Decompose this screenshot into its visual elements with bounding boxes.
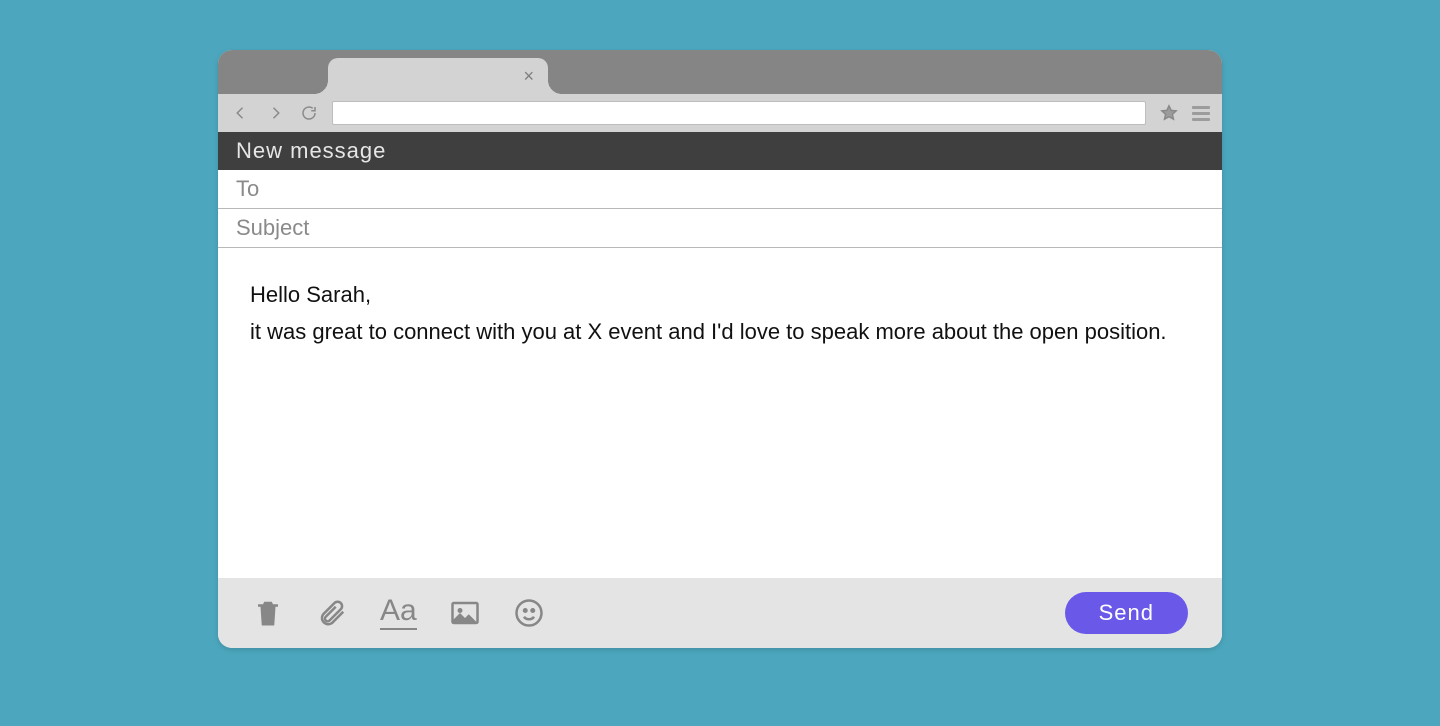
close-tab-icon[interactable]: × — [523, 67, 534, 85]
forward-icon[interactable] — [264, 102, 286, 124]
hamburger-menu-icon[interactable] — [1192, 106, 1210, 121]
emoji-icon[interactable] — [513, 597, 545, 629]
attachment-icon[interactable] — [316, 597, 348, 629]
browser-tab[interactable]: × — [328, 58, 548, 94]
reload-icon[interactable] — [298, 102, 320, 124]
text-format-icon[interactable]: Aa — [380, 596, 417, 630]
browser-tabstrip: × — [218, 50, 1222, 94]
browser-window: × New message To Subject Hello Sarah, it… — [218, 50, 1222, 648]
browser-toolbar — [218, 94, 1222, 132]
compose-title: New message — [218, 132, 1222, 170]
trash-icon[interactable] — [252, 597, 284, 629]
insert-image-icon[interactable] — [449, 597, 481, 629]
to-field[interactable]: To — [218, 170, 1222, 209]
subject-field[interactable]: Subject — [218, 209, 1222, 248]
send-button[interactable]: Send — [1065, 592, 1188, 634]
bookmark-star-icon[interactable] — [1158, 102, 1180, 124]
address-bar[interactable] — [332, 101, 1146, 125]
back-icon[interactable] — [230, 102, 252, 124]
compose-body[interactable]: Hello Sarah, it was great to connect wit… — [218, 248, 1222, 578]
compose-toolbar: Aa Send — [218, 578, 1222, 648]
